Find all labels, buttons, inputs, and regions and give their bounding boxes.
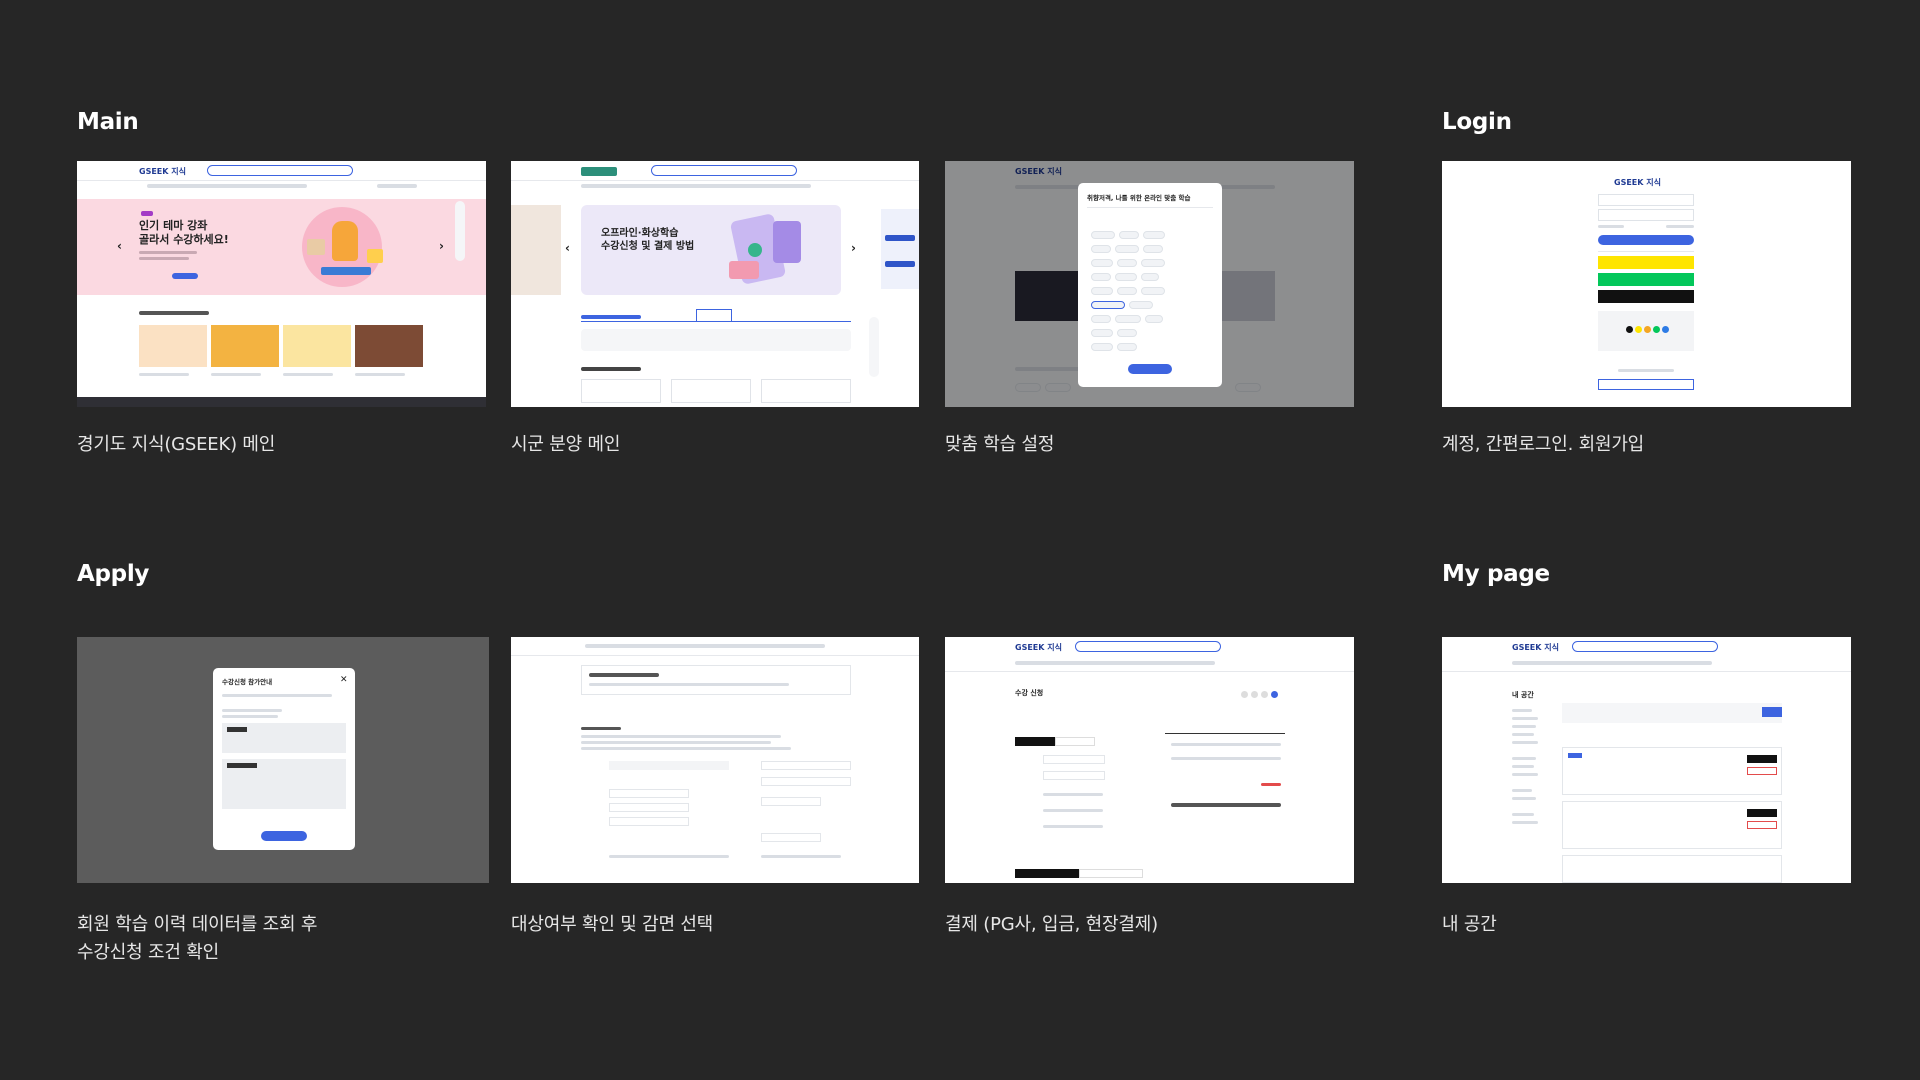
payment-type-tab[interactable]: [1015, 737, 1055, 746]
hero-title-line1: 인기 테마 강좌: [139, 219, 208, 232]
brand-logo: GSEEK 지식: [1015, 643, 1062, 652]
caption-apply-check-line1: 회원 학습 이력 데이터를 조회 후: [77, 914, 318, 935]
prev-arrow-icon[interactable]: ‹: [117, 239, 122, 254]
thumbnail-gseek-main[interactable]: GSEEK 지식 인기 테마 강좌 골라서 수강하세요! ‹ ›: [77, 161, 486, 407]
next-arrow-icon[interactable]: ›: [851, 241, 856, 256]
search-input[interactable]: [651, 165, 797, 176]
signup-button[interactable]: [1598, 379, 1694, 390]
hero-title-line2: 골라서 수강하세요!: [139, 233, 229, 246]
caption-custom-learning: 맞춤 학습 설정: [945, 434, 1055, 455]
next-arrow-icon[interactable]: ›: [439, 239, 444, 254]
password-field[interactable]: [1598, 209, 1694, 221]
modal-title: 취향저격, 나를 위한 온라인 맞춤 학습: [1087, 194, 1191, 202]
thumbnail-login[interactable]: GSEEK 지식: [1442, 161, 1851, 407]
brand-logo: GSEEK 지식: [1614, 178, 1661, 187]
id-field[interactable]: [1598, 194, 1694, 206]
caption-apply-check-line2: 수강신청 조건 확인: [77, 942, 219, 963]
kakao-login-button[interactable]: [1598, 256, 1694, 269]
caption-sigun-main: 시군 분양 메인: [511, 434, 621, 455]
search-button[interactable]: [1762, 707, 1782, 717]
caption-login: 계정, 간편로그인. 회원가입: [1442, 434, 1645, 455]
brand-logo: GSEEK 지식: [139, 167, 186, 176]
search-input[interactable]: [207, 165, 353, 176]
section-title-main: Main: [77, 109, 139, 135]
brand-logo: GSEEK 지식: [1512, 643, 1559, 652]
section-title-apply: Apply: [77, 561, 150, 587]
caption-payment: 결제 (PG사, 입금, 현장결제): [945, 914, 1158, 935]
hero-title-line2: 수강신청 및 결제 방법: [601, 241, 695, 252]
section-title-login: Login: [1442, 109, 1512, 135]
caption-mypage: 내 공간: [1442, 914, 1497, 935]
thumbnail-sigun-main[interactable]: 오프라인·화상학습 수강신청 및 결제 방법 ‹ ›: [511, 161, 919, 407]
thumbnail-custom-learning[interactable]: GSEEK 지식 취향저격, 나를 위한 온라인 맞춤 학습: [945, 161, 1354, 407]
search-input[interactable]: [1075, 641, 1221, 652]
thumbnail-mypage[interactable]: GSEEK 지식 내 공간: [1442, 637, 1851, 883]
close-icon[interactable]: ✕: [340, 675, 348, 686]
login-button[interactable]: [1598, 235, 1694, 245]
apple-login-button[interactable]: [1598, 290, 1694, 303]
hero-title-line1: 오프라인·화상학습: [601, 228, 679, 239]
caption-eligibility: 대상여부 확인 및 감면 선택: [511, 914, 714, 935]
naver-login-button[interactable]: [1598, 273, 1694, 286]
page-title: 내 공간: [1512, 691, 1534, 699]
confirm-button[interactable]: [1128, 364, 1172, 374]
prev-arrow-icon[interactable]: ‹: [565, 241, 570, 256]
thumbnail-payment[interactable]: GSEEK 지식 수강 신청: [945, 637, 1354, 883]
thumbnail-eligibility[interactable]: [511, 637, 919, 883]
modal-title: 수강신청 참가안내: [222, 678, 273, 686]
page-title: 수강 신청: [1015, 689, 1044, 697]
custom-learning-modal: [1078, 183, 1222, 387]
caption-gseek-main: 경기도 지식(GSEEK) 메인: [77, 434, 276, 455]
search-input[interactable]: [1572, 641, 1718, 652]
section-title-mypage: My page: [1442, 561, 1550, 587]
thumbnail-apply-check[interactable]: 수강신청 참가안내 ✕: [77, 637, 489, 883]
hero-banner[interactable]: [77, 199, 486, 295]
confirm-button[interactable]: [261, 831, 307, 841]
